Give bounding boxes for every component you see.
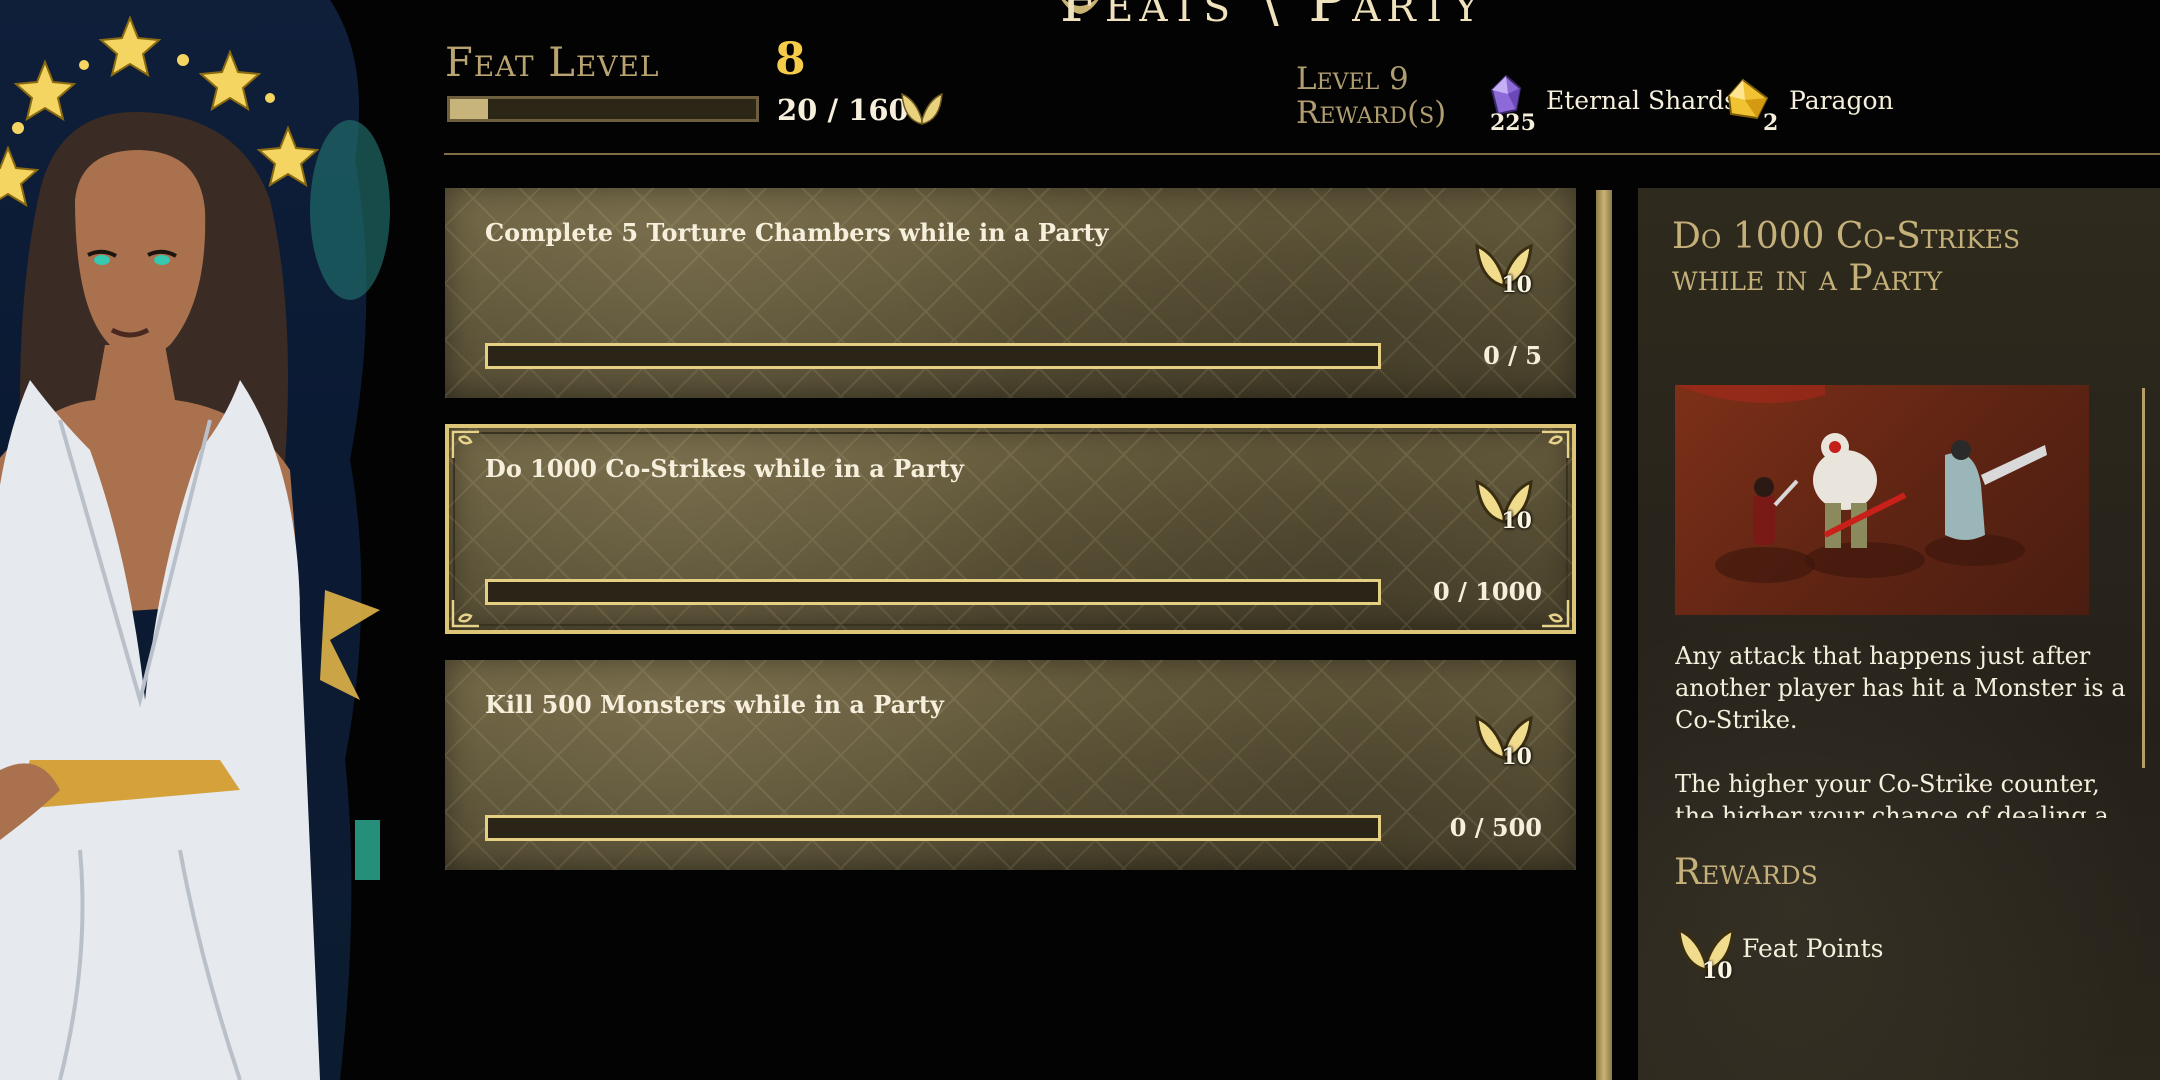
corner-ornament-icon xyxy=(451,430,479,458)
feat-card[interactable]: Kill 500 Monsters while in a Party 10 0 … xyxy=(445,660,1576,870)
feat-title: Do 1000 Co-Strikes while in a Party xyxy=(485,454,964,483)
reward-level-line1: Level 9 xyxy=(1296,61,1409,97)
detail-title: Do 1000 Co-Strikes while in a Party xyxy=(1672,216,2021,299)
description-scrollbar[interactable] xyxy=(2142,388,2145,768)
detail-description: Any attack that happens just after anoth… xyxy=(1675,640,2135,818)
corner-ornament-icon xyxy=(451,600,479,628)
description-paragraph: The higher your Co-Strike counter, the h… xyxy=(1675,770,2109,818)
reward-feat-points-label: Feat Points xyxy=(1742,934,1884,963)
character-portrait xyxy=(0,0,390,1080)
feat-point-icon xyxy=(900,90,944,130)
co-strike-illustration xyxy=(1675,385,2089,615)
feat-card[interactable]: Complete 5 Torture Chambers while in a P… xyxy=(445,188,1576,398)
feat-reward-value: 10 xyxy=(1501,508,1532,534)
next-level-rewards-label: Level 9 Reward(s) xyxy=(1296,62,1446,130)
paragon-count: 2 xyxy=(1763,110,1779,136)
feat-reward-value: 10 xyxy=(1501,272,1532,298)
corner-ornament-icon xyxy=(1542,600,1570,628)
rewards-heading: Rewards xyxy=(1674,852,1818,893)
corner-ornament-icon xyxy=(1542,430,1570,458)
feat-progress-bar xyxy=(485,579,1381,605)
feat-card-selected[interactable]: Do 1000 Co-Strikes while in a Party 10 0… xyxy=(445,424,1576,634)
feat-level-progress-text: 20 / 160 xyxy=(777,93,909,127)
feat-progress-text: 0 / 500 xyxy=(1449,813,1542,842)
screen-title: Feats \ Party xyxy=(1060,0,1485,35)
feat-detail-panel: Do 1000 Co-Strikes while in a Party Any … xyxy=(1638,188,2160,1080)
feat-progress-text: 0 / 1000 xyxy=(1433,577,1542,606)
feat-progress-bar xyxy=(485,343,1381,369)
feat-level-label: Feat Level xyxy=(445,40,660,86)
feat-progress-text: 0 / 5 xyxy=(1483,341,1542,370)
feat-title: Complete 5 Torture Chambers while in a P… xyxy=(485,218,1109,247)
paragon-label: Paragon xyxy=(1789,86,1894,115)
panel-separator xyxy=(1596,190,1612,1080)
feat-level-progress-bar xyxy=(447,96,759,122)
feat-title: Kill 500 Monsters while in a Party xyxy=(485,690,944,719)
feat-level-progress-fill xyxy=(450,99,489,119)
header-divider xyxy=(444,153,2160,155)
feat-progress-bar xyxy=(485,815,1381,841)
reward-feat-points-value: 10 xyxy=(1702,958,1733,984)
feat-reward-value: 10 xyxy=(1501,744,1532,770)
feat-level-value: 8 xyxy=(775,34,806,85)
eternal-shards-count: 225 xyxy=(1490,110,1536,136)
eternal-shards-label: Eternal Shards xyxy=(1546,86,1737,115)
description-paragraph: Any attack that happens just after anoth… xyxy=(1675,642,2126,734)
reward-level-line2: Reward(s) xyxy=(1296,95,1447,131)
